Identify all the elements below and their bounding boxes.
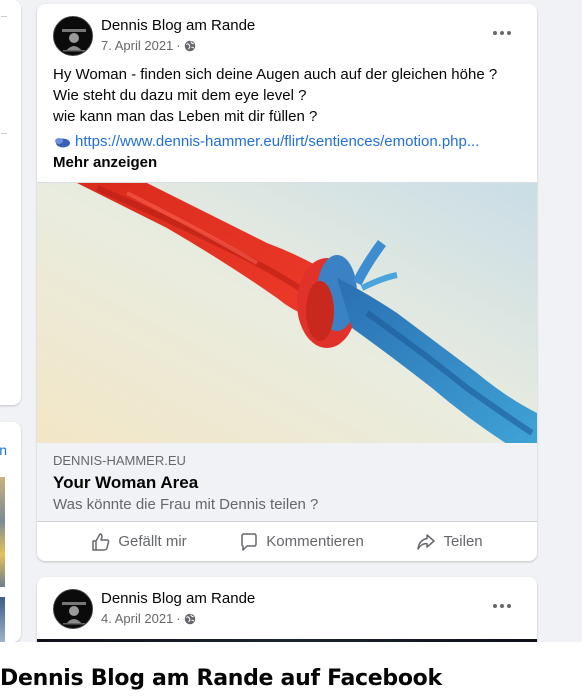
- post-text-line: wie kann man das Leben mit dir füllen ?: [53, 108, 318, 125]
- post-date[interactable]: 7. April 2021: [101, 38, 173, 53]
- left-card-link[interactable]: n: [0, 442, 7, 458]
- post-meta: 7. April 2021 ·: [101, 38, 196, 53]
- post-text-line: Hy Woman - finden sich deine Augen auch …: [53, 66, 498, 83]
- post-header: Dennis Blog am Rande 4. April 2021 ·: [37, 577, 537, 633]
- page-avatar[interactable]: [53, 16, 93, 56]
- caption-bar: Dennis Blog am Rande auf Facebook: [0, 642, 582, 700]
- post-actions: Gefällt mir Kommentieren Teilen: [37, 521, 537, 561]
- left-card-image[interactable]: [0, 477, 5, 587]
- avatar-image: [54, 590, 92, 628]
- left-card-divider: [1, 16, 7, 17]
- meta-separator: ·: [176, 611, 181, 626]
- preview-title: Your Woman Area: [53, 473, 199, 492]
- post-meta: 4. April 2021 ·: [101, 611, 196, 626]
- more-options-icon[interactable]: [493, 598, 513, 614]
- post-link-row: https://www.dennis-hammer.eu/flirt/senti…: [53, 131, 521, 152]
- left-card-top: [0, 0, 21, 405]
- share-button[interactable]: Teilen: [416, 532, 483, 552]
- see-more-button[interactable]: Mehr anzeigen: [53, 152, 521, 173]
- meta-separator: ·: [176, 38, 181, 53]
- share-label: Teilen: [443, 533, 483, 550]
- left-card-divider: [1, 133, 7, 134]
- page-name[interactable]: Dennis Blog am Rande: [101, 17, 255, 34]
- post-header: Dennis Blog am Rande 7. April 2021 ·: [37, 4, 537, 60]
- comment-button[interactable]: Kommentieren: [239, 532, 364, 552]
- comment-icon: [241, 532, 258, 551]
- link-icon: [55, 137, 70, 147]
- page-avatar[interactable]: [53, 589, 93, 629]
- more-options-icon[interactable]: [493, 25, 513, 41]
- post-body: Hy Woman - finden sich deine Augen auch …: [37, 60, 537, 173]
- thumbs-up-icon: [92, 532, 110, 551]
- link-preview-info[interactable]: DENNIS-HAMMER.EU Your Woman Area Was kön…: [37, 443, 537, 521]
- post-link[interactable]: https://www.dennis-hammer.eu/flirt/senti…: [75, 131, 479, 152]
- like-button[interactable]: Gefällt mir: [91, 532, 187, 552]
- left-card-image[interactable]: [0, 597, 5, 642]
- like-label: Gefällt mir: [118, 533, 187, 550]
- post-text-line: Wie steht du dazu mit dem eye level ?: [53, 87, 307, 104]
- post-date[interactable]: 4. April 2021: [101, 611, 173, 626]
- caption-title: Dennis Blog am Rande auf Facebook: [0, 666, 442, 691]
- preview-description: Was könnte die Frau mit Dennis teilen ?: [53, 496, 319, 513]
- globe-icon[interactable]: [184, 613, 196, 625]
- avatar-image: [54, 17, 92, 55]
- comment-label: Kommentieren: [266, 533, 364, 550]
- preview-domain: DENNIS-HAMMER.EU: [53, 453, 186, 468]
- left-card-bottom[interactable]: n: [0, 422, 21, 642]
- globe-icon[interactable]: [184, 40, 196, 52]
- link-preview-image[interactable]: [37, 182, 537, 443]
- page-name[interactable]: Dennis Blog am Rande: [101, 590, 255, 607]
- share-icon: [417, 533, 436, 550]
- feed-post: Dennis Blog am Rande 7. April 2021 · Hy …: [37, 4, 537, 561]
